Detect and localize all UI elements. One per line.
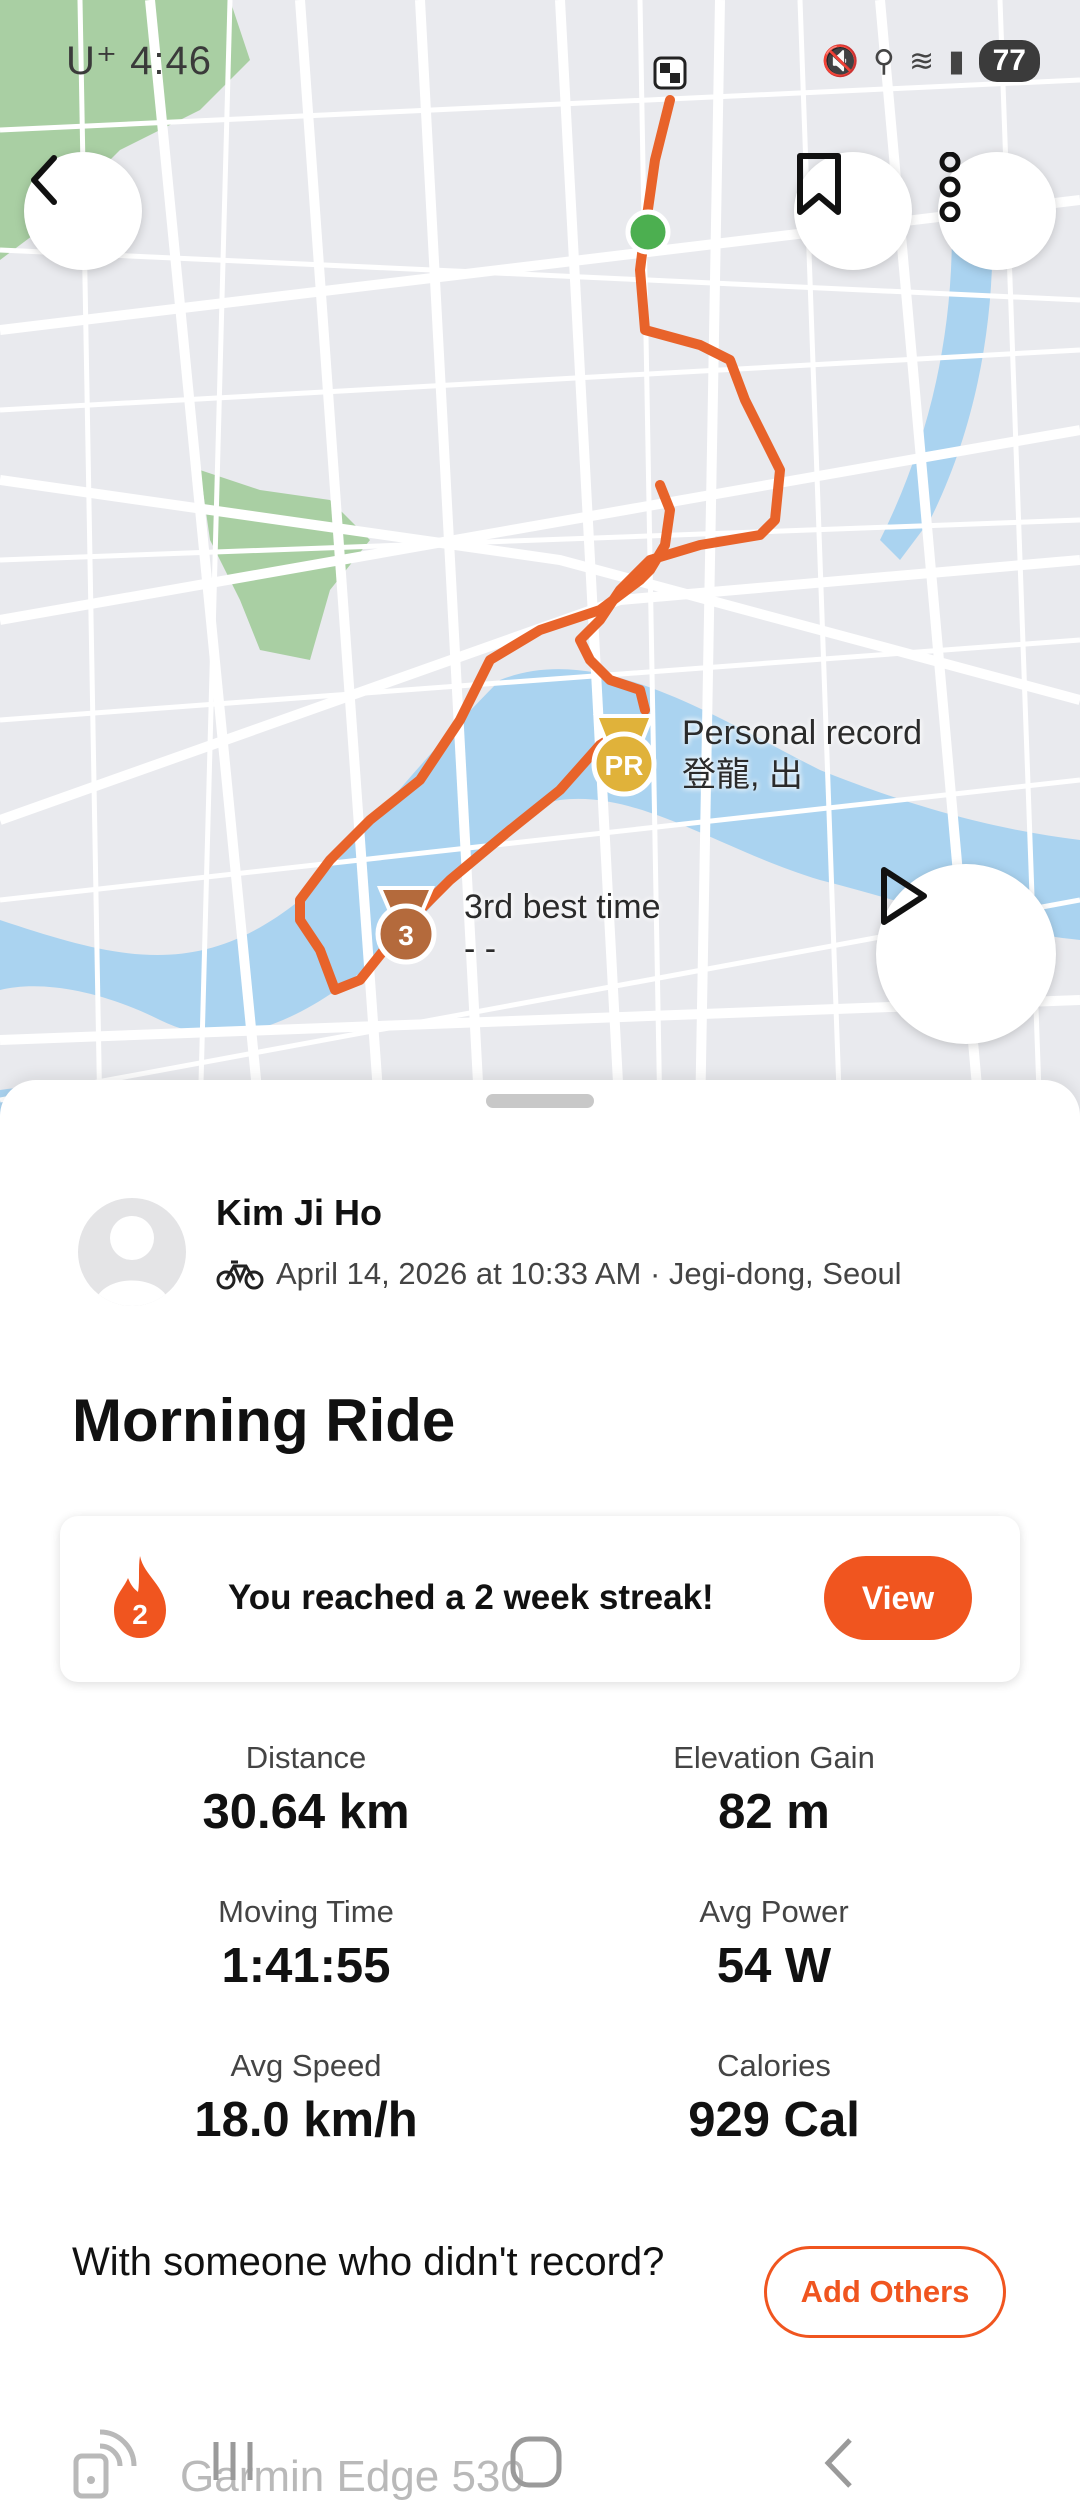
stat-avg-power: Avg Power 54 W xyxy=(699,1894,849,1993)
bookmark-icon xyxy=(797,153,841,215)
svg-text:2: 2 xyxy=(132,1599,148,1630)
wifi-icon: ≋ xyxy=(908,44,935,78)
others-question: With someone who didn't record? xyxy=(72,2240,665,2284)
recent-apps-icon[interactable] xyxy=(208,2436,258,2491)
svg-text:PR: PR xyxy=(605,750,644,781)
activity-title: Morning Ride xyxy=(72,1387,456,1454)
bike-icon xyxy=(216,1260,264,1290)
status-time: U⁺ 4:46 xyxy=(66,39,212,83)
streak-text: You reached a 2 week streak! xyxy=(228,1578,714,1617)
sheet-drag-handle[interactable] xyxy=(486,1094,594,1108)
signal-icon: ▮ xyxy=(948,44,965,78)
activity-meta: April 14, 2026 at 10:33 AM · Jegi-dong, … xyxy=(216,1256,902,1292)
avatar[interactable] xyxy=(78,1198,186,1306)
view-streak-button[interactable]: View xyxy=(824,1556,972,1640)
system-nav-bar xyxy=(0,2420,1080,2520)
back-button[interactable] xyxy=(24,152,142,270)
stat-moving-time: Moving Time 1:41:55 xyxy=(218,1894,394,1993)
system-back-icon[interactable] xyxy=(820,2436,860,2495)
stat-calories: Calories 929 Cal xyxy=(688,2048,860,2147)
stat-elevation-gain: Elevation Gain 82 m xyxy=(673,1740,875,1839)
streak-card[interactable]: 2 You reached a 2 week streak! View xyxy=(60,1516,1020,1682)
streak-flame-icon: 2 xyxy=(104,1552,176,1647)
svg-text:3: 3 xyxy=(398,920,414,951)
add-others-button[interactable]: Add Others xyxy=(764,2246,1006,2338)
stat-avg-speed: Avg Speed 18.0 km/h xyxy=(194,2048,418,2147)
battery-indicator: 77 xyxy=(978,40,1040,82)
home-icon[interactable] xyxy=(508,2434,564,2495)
athlete-name[interactable]: Kim Ji Ho xyxy=(216,1192,382,1234)
play-icon xyxy=(881,867,927,925)
more-vertical-icon xyxy=(939,152,961,222)
play-flyover-button[interactable] xyxy=(876,864,1056,1044)
location-icon: ⚲ xyxy=(872,44,895,78)
chevron-left-icon xyxy=(31,155,57,205)
stat-distance: Distance 30.64 km xyxy=(202,1740,410,1839)
bookmark-button[interactable] xyxy=(794,152,912,270)
status-icons: 🔇 ⚲ ≋ ▮ 77 xyxy=(822,40,1040,82)
route-map[interactable]: U⁺ 4:46 🔇 ⚲ ≋ ▮ 77 PR Personal record 登龍… xyxy=(0,0,1080,1120)
third-best-label: 3rd best time - - xyxy=(464,888,661,968)
more-options-button[interactable] xyxy=(938,152,1056,270)
mute-icon: 🔇 xyxy=(821,44,859,78)
activity-sheet: Kim Ji Ho April 14, 2026 at 10:33 AM · J… xyxy=(0,1080,1080,2520)
pr-label: Personal record 登龍, 出 xyxy=(682,714,923,794)
status-bar: U⁺ 4:46 🔇 ⚲ ≋ ▮ 77 xyxy=(0,30,1080,100)
